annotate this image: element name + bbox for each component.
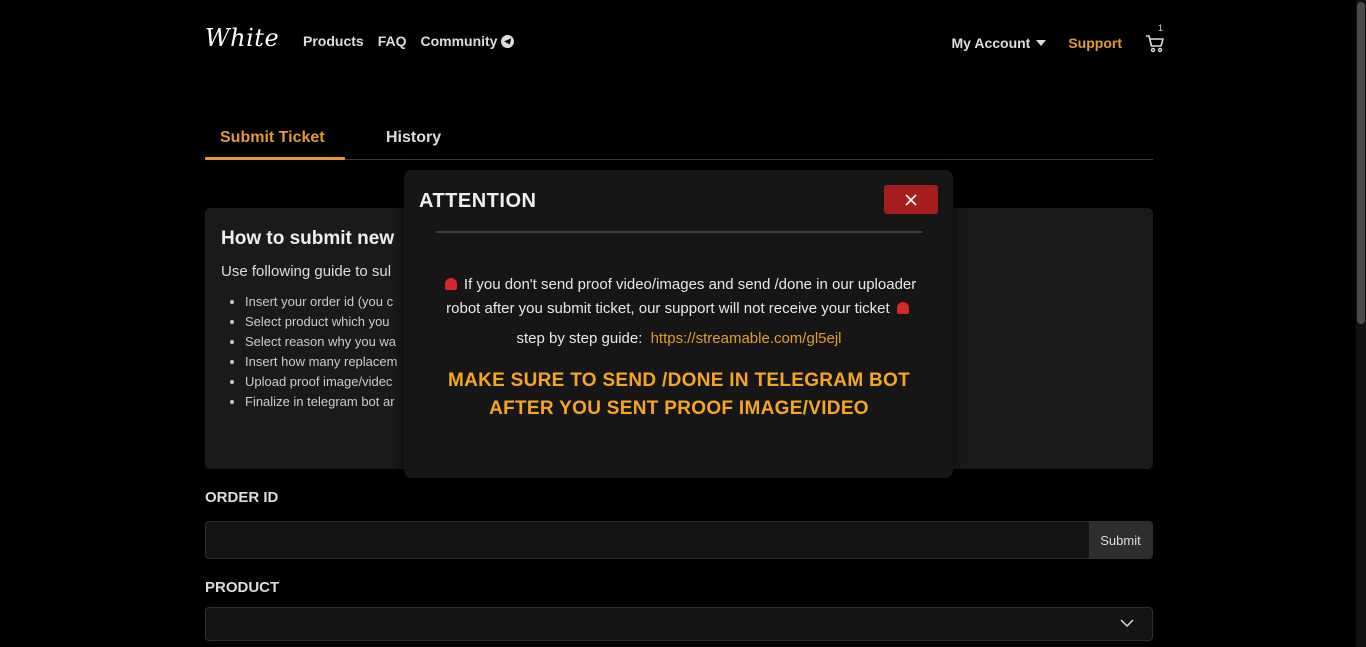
submit-order-id-button[interactable]: Submit bbox=[1089, 522, 1152, 558]
order-id-label: ORDER ID bbox=[205, 489, 279, 506]
nav-link-faq[interactable]: FAQ bbox=[378, 33, 407, 49]
nav-link-products[interactable]: Products bbox=[303, 33, 364, 49]
support-link[interactable]: Support bbox=[1068, 35, 1122, 51]
telegram-icon bbox=[501, 34, 515, 48]
guide-video-link[interactable]: https://streamable.com/gl5ejl bbox=[651, 330, 842, 347]
chevron-down-icon bbox=[1120, 619, 1134, 628]
guide-line: step by step guide: https://streamable.c… bbox=[434, 327, 924, 351]
my-account-dropdown[interactable]: My Account bbox=[952, 35, 1047, 51]
caret-down-icon bbox=[1036, 40, 1047, 46]
ticket-tabs: Submit Ticket History bbox=[205, 118, 1153, 160]
cart-button[interactable]: 1 bbox=[1144, 23, 1166, 54]
alarm-icon bbox=[444, 278, 457, 290]
attention-modal: ATTENTION If you don't send proof video/… bbox=[404, 170, 953, 478]
tab-submit-ticket[interactable]: Submit Ticket bbox=[220, 129, 325, 147]
nav-link-community-label: Community bbox=[420, 33, 498, 49]
modal-title: ATTENTION bbox=[419, 190, 537, 212]
cart-count: 1 bbox=[1157, 23, 1163, 33]
close-icon bbox=[905, 193, 917, 206]
scrollbar-thumb[interactable] bbox=[1357, 2, 1365, 324]
modal-divider bbox=[436, 231, 922, 233]
nav-links: Products FAQ Community bbox=[303, 33, 515, 49]
nav-right: My Account Support 1 bbox=[952, 23, 1166, 54]
nav-link-community[interactable]: Community bbox=[420, 33, 515, 49]
modal-close-button[interactable] bbox=[884, 185, 938, 214]
tab-history[interactable]: History bbox=[386, 129, 441, 147]
site-logo[interactable]: White bbox=[205, 24, 279, 52]
alarm-icon bbox=[896, 302, 909, 314]
modal-warning: MAKE SURE TO SEND /DONE IN TELEGRAM BOT … bbox=[447, 370, 911, 419]
modal-message: If you don't send proof video/images and… bbox=[434, 273, 924, 321]
page-scrollbar[interactable] bbox=[1356, 0, 1366, 647]
product-select[interactable] bbox=[205, 607, 1153, 641]
guide-prefix: step by step guide: bbox=[516, 330, 643, 347]
navbar: White Products FAQ Community My Account … bbox=[0, 0, 1366, 84]
order-id-field[interactable]: Submit bbox=[205, 521, 1153, 559]
modal-message-text: If you don't send proof video/images and… bbox=[446, 276, 917, 317]
cart-icon bbox=[1146, 35, 1164, 53]
active-tab-indicator bbox=[205, 157, 345, 160]
my-account-label: My Account bbox=[951, 35, 1031, 51]
modal-body: If you don't send proof video/images and… bbox=[434, 273, 924, 423]
product-label: PRODUCT bbox=[205, 579, 280, 596]
